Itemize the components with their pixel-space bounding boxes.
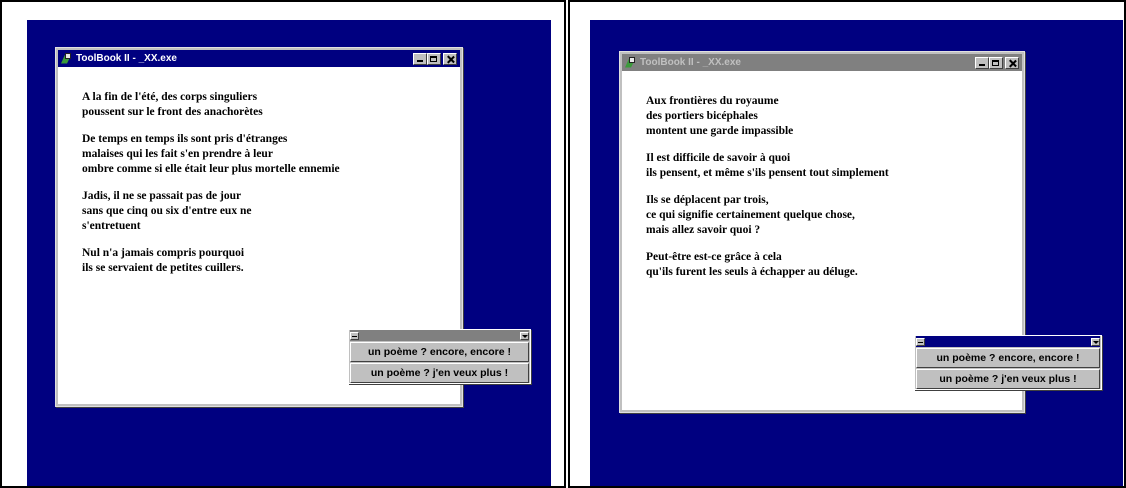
stanza: Peut-être est-ce grâce à cela qu'ils fur… bbox=[646, 250, 889, 280]
stanza: Ils se déplacent par trois, ce qui signi… bbox=[646, 193, 889, 238]
poem-line: Peut-être est-ce grâce à cela bbox=[646, 251, 782, 263]
button-palette-left: un poème ? encore, encore ! un poème ? j… bbox=[348, 329, 531, 384]
poem-line: Il est difficile de savoir à quoi bbox=[646, 152, 791, 164]
title-bar[interactable]: ToolBook II - _XX.exe bbox=[58, 50, 460, 67]
desktop-left: ToolBook II - _XX.exe A la fin de l'été,… bbox=[27, 20, 551, 486]
stanza: Il est difficile de savoir à quoi ils pe… bbox=[646, 151, 889, 181]
more-poem-button[interactable]: un poème ? encore, encore ! bbox=[350, 342, 529, 362]
toolbook-app-icon[interactable] bbox=[61, 52, 72, 65]
stanza: De temps en temps ils sont pris d'étrang… bbox=[82, 132, 340, 177]
stanza: Jadis, il ne se passait pas de jour sans… bbox=[82, 189, 340, 234]
poem-text: A la fin de l'été, des corps singuliers … bbox=[82, 90, 340, 288]
poem-line: mais allez savoir quoi ? bbox=[646, 224, 761, 236]
poem-line: ils pensent, et même s'ils pensent tout … bbox=[646, 167, 889, 179]
button-palette-right: un poème ? encore, encore ! un poème ? j… bbox=[914, 335, 1102, 390]
poem-line: qu'ils furent les seuls à échapper au dé… bbox=[646, 266, 858, 278]
desktop-right: ToolBook II - _XX.exe Aux frontières du … bbox=[590, 20, 1123, 486]
minimize-icon[interactable] bbox=[975, 56, 989, 69]
palette-menu-icon[interactable] bbox=[350, 331, 359, 340]
no-more-poem-button[interactable]: un poème ? j'en veux plus ! bbox=[350, 363, 529, 383]
poem-line: Nul n'a jamais compris pourquoi bbox=[82, 247, 245, 259]
poem-line: s'entretuent bbox=[82, 220, 141, 232]
palette-menu-icon[interactable] bbox=[916, 337, 925, 346]
poem-line: ce qui signifie certainement quelque cho… bbox=[646, 209, 855, 221]
stanza: A la fin de l'été, des corps singuliers … bbox=[82, 90, 340, 120]
poem-line: Ils se déplacent par trois, bbox=[646, 194, 769, 206]
chevron-down-icon[interactable] bbox=[520, 331, 529, 340]
palette-title-bar[interactable] bbox=[916, 336, 1100, 347]
maximize-icon[interactable] bbox=[427, 52, 441, 65]
poem-line: ombre comme si elle était leur plus mort… bbox=[82, 163, 340, 175]
close-icon[interactable] bbox=[443, 52, 457, 65]
poem-line: poussent sur le front des anachorètes bbox=[82, 106, 263, 118]
poem-text: Aux frontières du royaume des portiers b… bbox=[646, 94, 889, 292]
poem-line: sans que cinq ou six d'entre eux ne bbox=[82, 205, 252, 217]
chevron-down-icon[interactable] bbox=[1091, 337, 1100, 346]
poem-line: montent une garde impassible bbox=[646, 125, 794, 137]
minimize-icon[interactable] bbox=[413, 52, 427, 65]
poem-line: De temps en temps ils sont pris d'étrang… bbox=[82, 133, 288, 145]
poem-line: ils se servaient de petites cuillers. bbox=[82, 262, 244, 274]
palette-title-bar[interactable] bbox=[350, 330, 529, 341]
toolbook-app-icon[interactable] bbox=[625, 56, 636, 69]
poem-line: Jadis, il ne se passait pas de jour bbox=[82, 190, 242, 202]
no-more-poem-button[interactable]: un poème ? j'en veux plus ! bbox=[916, 369, 1100, 389]
window-title: ToolBook II - _XX.exe bbox=[76, 53, 177, 64]
panel-divider bbox=[564, 0, 570, 488]
poem-line: des portiers bicéphales bbox=[646, 110, 758, 122]
poem-line: Aux frontières du royaume bbox=[646, 95, 779, 107]
more-poem-button[interactable]: un poème ? encore, encore ! bbox=[916, 348, 1100, 368]
stanza: Aux frontières du royaume des portiers b… bbox=[646, 94, 889, 139]
maximize-icon[interactable] bbox=[989, 56, 1003, 69]
close-icon[interactable] bbox=[1005, 56, 1019, 69]
window-title: ToolBook II - _XX.exe bbox=[640, 57, 741, 68]
stanza: Nul n'a jamais compris pourquoi ils se s… bbox=[82, 246, 340, 276]
poem-line: malaises qui les fait s'en prendre à leu… bbox=[82, 148, 273, 160]
poem-line: A la fin de l'été, des corps singuliers bbox=[82, 91, 258, 103]
title-bar[interactable]: ToolBook II - _XX.exe bbox=[622, 54, 1022, 71]
